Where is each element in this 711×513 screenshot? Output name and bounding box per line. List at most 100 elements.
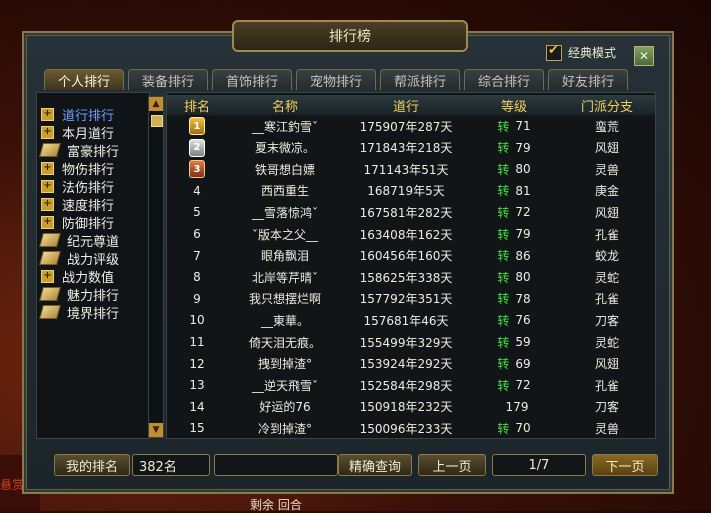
table-row[interactable]: 14 好运的76 150918年232天 179 刀客	[167, 398, 655, 416]
table-row[interactable]: 13 __逆天飛雪ˇ 152584年298天 转 72 孔雀	[167, 376, 655, 394]
table-row[interactable]: 8 北岸等芹晴ˇ 158625年338天 转 80 灵蛇	[167, 268, 655, 286]
table-row[interactable]: 9 我只想摆烂啊 157792年351天 转 78 孔雀	[167, 290, 655, 308]
table-row[interactable]: 2 夏末微凉。 171843年218天 转 79 风翅	[167, 138, 655, 157]
plus-icon: +	[41, 215, 54, 229]
table-row[interactable]: 5 __雪落惊鸿ˇ 167581年282天 转 72 风翅	[167, 203, 655, 221]
classic-mode-toggle[interactable]: 经典模式	[546, 43, 617, 61]
rebirth-icon: 转	[497, 421, 510, 436]
table-row[interactable]: 11 倚天泪无痕。 155499年329天 转 59 灵蛇	[167, 333, 655, 351]
tab-overall-ranking[interactable]: 综合排行	[464, 69, 544, 90]
table-row[interactable]: 4 西西重生 168719年5天 转 81 庚金	[167, 182, 655, 200]
level-value: 86	[515, 248, 531, 263]
rank-cell: 2	[167, 138, 227, 157]
level-cell: 转 76	[469, 311, 559, 329]
daohang-cell: 168719年5天	[367, 184, 445, 199]
rank-medal-icon: 3	[189, 160, 205, 179]
sidebar-item[interactable]: + 速度排行	[41, 195, 114, 214]
header-rank: 排名	[183, 99, 210, 115]
tab-equipment-ranking[interactable]: 装备排行	[128, 69, 208, 90]
book-icon	[39, 233, 61, 247]
rebirth-icon: 转	[497, 249, 510, 264]
player-name-cell: 西西重生	[260, 184, 309, 199]
table-row[interactable]: 1 __寒江釣雪ˇ 175907年287天 转 71 蛮荒	[167, 117, 655, 135]
daohang-cell: 175907年287天	[359, 119, 453, 134]
rank-cell: 3	[167, 160, 227, 179]
player-name-cell: 夏末微凉。	[254, 141, 315, 156]
rank-cell: 9	[193, 291, 201, 306]
player-name-cell: 好运的76	[259, 400, 311, 415]
table-row[interactable]: 3 铁哥想白嫖 171143年51天 转 80 灵兽	[167, 160, 655, 179]
next-page-button[interactable]: 下一页	[592, 454, 658, 476]
level-value: 70	[515, 421, 531, 436]
branch-cell: 灵蛇	[594, 335, 619, 350]
tab-jewelry-ranking[interactable]: 首饰排行	[212, 69, 292, 90]
sidebar-item[interactable]: + 本月道行	[41, 123, 114, 142]
rank-medal-icon: 1	[189, 117, 205, 135]
classic-mode-label: 经典模式	[568, 46, 617, 60]
classic-mode-checkbox[interactable]	[546, 43, 562, 61]
close-button[interactable]: ✕	[634, 46, 654, 66]
sidebar-item[interactable]: 境界排行	[39, 303, 119, 322]
sidebar-item[interactable]: 魅力排行	[39, 285, 119, 304]
sidebar-item[interactable]: + 物伤排行	[41, 159, 114, 178]
level-cell: 179	[469, 398, 559, 416]
scroll-thumb[interactable]	[151, 115, 163, 127]
sidebar-item[interactable]: 战力评级	[39, 249, 119, 268]
tab-guild-ranking[interactable]: 帮派排行	[380, 69, 460, 90]
rank-cell: 1	[167, 117, 227, 135]
level-value: 79	[515, 227, 531, 241]
sidebar-item[interactable]: + 战力数值	[41, 267, 114, 286]
table-row[interactable]: 12 拽到掉渣° 153924年292天 转 69 风翅	[167, 355, 655, 373]
sidebar-item[interactable]: 纪元尊道	[39, 231, 119, 250]
level-cell: 转 79	[469, 225, 559, 243]
sidebar-item[interactable]: + 道行排行	[41, 105, 114, 124]
window-title: 排行榜	[329, 29, 371, 45]
sidebar-item[interactable]: + 防御排行	[41, 213, 114, 232]
window-title-plate: 排行榜	[232, 20, 468, 52]
branch-cell: 刀客	[594, 313, 619, 328]
rank-cell: 15	[189, 421, 205, 436]
tab-friends-ranking[interactable]: 好友排行	[548, 69, 628, 90]
branch-cell: 孔雀	[594, 378, 619, 393]
plus-icon: +	[41, 161, 54, 175]
branch-cell: 刀客	[594, 400, 619, 415]
level-value: 79	[515, 140, 531, 155]
tab-pet-ranking[interactable]: 宠物排行	[296, 69, 376, 90]
level-value: 179	[505, 399, 529, 414]
level-cell: 转 71	[469, 117, 559, 135]
rank-cell: 8	[193, 270, 201, 285]
my-rank-button[interactable]: 我的排名	[54, 454, 130, 476]
branch-cell: 风翅	[594, 141, 619, 156]
table-row[interactable]: 15 冷到掉渣° 150096年233天 转 70 灵兽	[167, 419, 655, 437]
level-value: 80	[515, 162, 531, 177]
prev-page-button[interactable]: 上一页	[418, 454, 486, 476]
rank-cell: 6	[193, 227, 201, 241]
table-row[interactable]: 10 __東華。 157681年46天 转 76 刀客	[167, 311, 655, 329]
level-cell: 转 80	[469, 268, 559, 286]
rank-cell: 10	[189, 313, 205, 328]
plus-icon: +	[41, 269, 54, 283]
rebirth-icon: 转	[497, 184, 510, 199]
sidebar-item[interactable]: 富豪排行	[39, 141, 119, 160]
table-row[interactable]: 6 ˇ版本之父__ 163408年162天 转 79 孔雀	[167, 225, 655, 243]
daohang-cell: 163408年162天	[359, 227, 453, 242]
player-name-cell: 北岸等芹晴ˇ	[251, 270, 318, 285]
tab-personal-ranking[interactable]: 个人排行	[44, 69, 124, 90]
rebirth-icon: 转	[497, 292, 510, 307]
level-value: 59	[515, 335, 531, 349]
table-header: 排名 名称 道行 等级 门派分支	[167, 95, 655, 115]
scroll-up-icon[interactable]: ▲	[149, 97, 163, 111]
daohang-cell: 150918年232天	[359, 400, 453, 415]
player-name-cell: __逆天飛雪ˇ	[251, 378, 318, 393]
table-row[interactable]: 7 眼角飘泪 160456年160天 转 86 蛟龙	[167, 247, 655, 265]
precise-search-button[interactable]: 精确查询	[338, 454, 412, 476]
sidebar-scrollbar[interactable]: ▲ ▼	[148, 96, 164, 438]
branch-cell: 风翅	[594, 357, 619, 372]
player-name-cell: __東華。	[260, 313, 309, 328]
search-input[interactable]	[214, 454, 338, 476]
book-icon	[39, 251, 61, 265]
my-rank-value: 382名	[132, 454, 210, 476]
header-level: 等级	[500, 99, 527, 115]
sidebar-item[interactable]: + 法伤排行	[41, 177, 114, 196]
scroll-down-icon[interactable]: ▼	[149, 423, 163, 437]
